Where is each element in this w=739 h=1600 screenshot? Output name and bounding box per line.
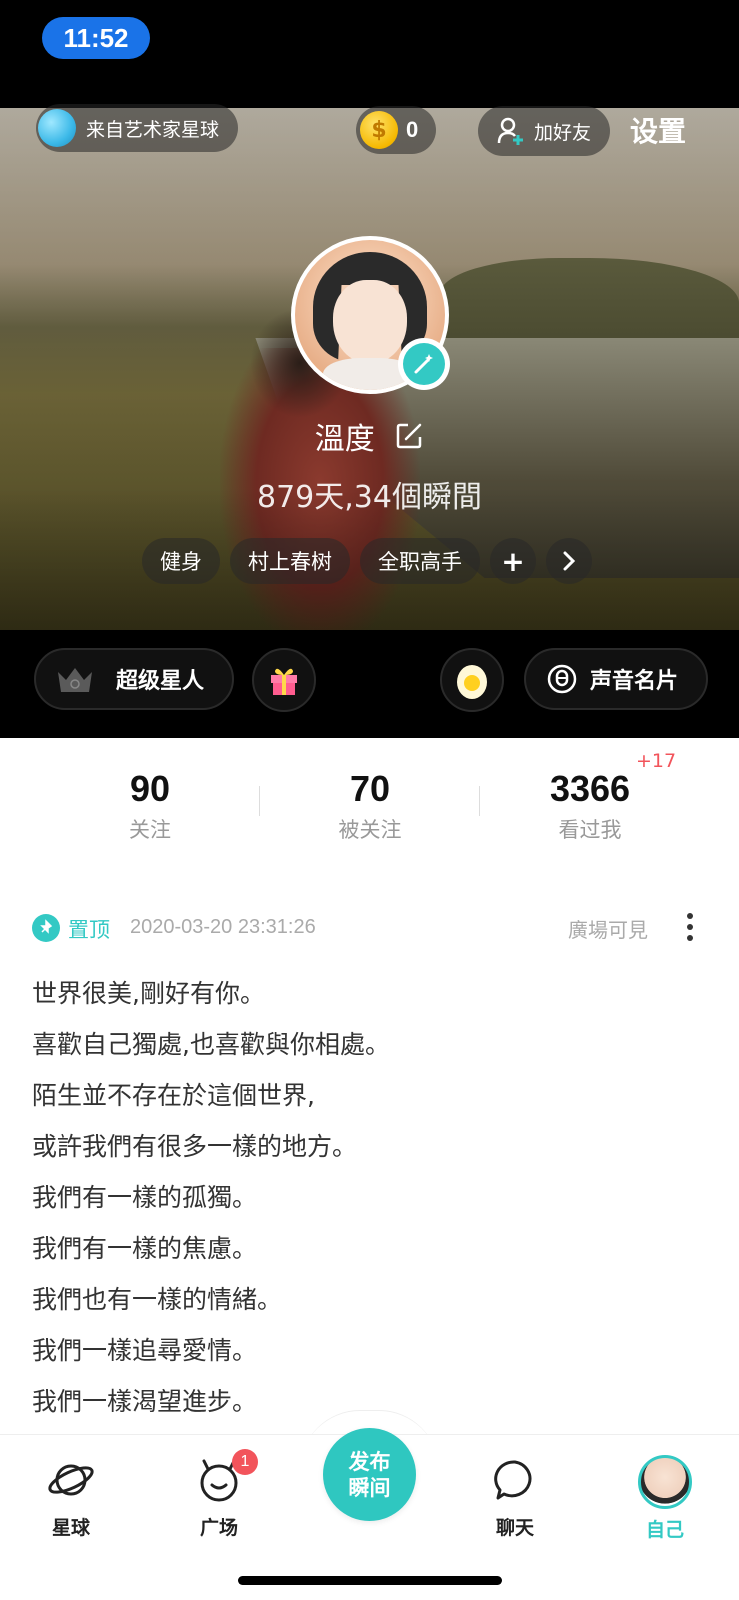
- visitors-increment-badge: +17: [636, 750, 677, 772]
- home-indicator: [238, 1576, 502, 1585]
- gift-button[interactable]: [252, 648, 316, 712]
- planet-origin-pill[interactable]: 来自艺术家星球: [36, 104, 238, 152]
- pinned-label: 置顶: [68, 918, 110, 942]
- planet-origin-label: 来自艺术家星球: [86, 118, 220, 141]
- tag-item[interactable]: 全职高手: [360, 538, 480, 584]
- super-star-label: 超级星人: [116, 669, 205, 694]
- following-count: 90: [129, 768, 171, 809]
- tab-planet-label: 星球: [51, 1517, 90, 1539]
- tab-me[interactable]: 自己: [620, 1455, 710, 1542]
- post-line: 陌生並不存在於這個世界,: [32, 1081, 315, 1110]
- post-line: 喜歡自己獨處,也喜歡與你相處。: [32, 1030, 390, 1059]
- coin-count: 0: [406, 117, 419, 142]
- status-bar: 11:52: [0, 0, 739, 108]
- more-tags-button[interactable]: [546, 538, 592, 584]
- edit-icon[interactable]: [394, 421, 424, 451]
- tab-planet[interactable]: 星球: [26, 1455, 116, 1540]
- publish-moment-button[interactable]: 发布 瞬间: [323, 1428, 416, 1521]
- egg-icon: [457, 665, 487, 699]
- visitors-label: 看过我: [558, 818, 622, 842]
- chevron-right-icon: [563, 551, 576, 571]
- voice-card-button[interactable]: 声音名片: [524, 648, 708, 710]
- gift-icon: [271, 668, 297, 695]
- following-label: 关注: [129, 818, 171, 842]
- profile-nickname: 溫度: [314, 422, 375, 457]
- status-time: 11:52: [42, 17, 150, 59]
- magic-wand-icon: [414, 354, 433, 374]
- post-line: 我們一樣追尋愛情。: [32, 1336, 258, 1365]
- tab-chat[interactable]: 聊天: [470, 1455, 560, 1540]
- tab-square-label: 广场: [199, 1517, 238, 1539]
- pin-icon: [32, 914, 60, 942]
- tab-me-label: 自己: [645, 1519, 684, 1541]
- square-badge: 1: [232, 1449, 258, 1475]
- stat-divider: [479, 786, 480, 816]
- egg-button[interactable]: [440, 648, 504, 712]
- profile-summary: 879天,34個瞬間: [257, 480, 482, 515]
- planet-tab-icon: [48, 1464, 94, 1496]
- tab-square[interactable]: 1 广场: [174, 1449, 264, 1540]
- add-friend-label: 加好友: [534, 121, 592, 144]
- followers-label: 被关注: [338, 818, 402, 842]
- stat-divider: [259, 786, 260, 816]
- voice-card-icon: [547, 664, 577, 694]
- profile-nickname-row[interactable]: 溫度: [0, 414, 739, 458]
- planet-icon: [38, 109, 76, 147]
- chat-tab-icon: [494, 1460, 532, 1500]
- super-star-button[interactable]: 超级星人: [34, 648, 234, 710]
- settings-button[interactable]: 设置: [630, 110, 686, 150]
- add-friend-button[interactable]: 加好友: [478, 106, 610, 156]
- post-body[interactable]: 世界很美,剛好有你。 喜歡自己獨處,也喜歡與你相處。 陌生並不存在於這個世界, …: [32, 968, 712, 1427]
- voice-card-label: 声音名片: [590, 669, 679, 694]
- coin-pill[interactable]: $ 0: [356, 106, 436, 154]
- me-avatar-icon: [638, 1455, 692, 1509]
- visitors-stat[interactable]: 3366 看过我: [490, 768, 690, 844]
- followers-count: 70: [349, 768, 391, 809]
- profile-stats: 90 关注 70 被关注 3366 看过我: [0, 738, 739, 868]
- post-line: 我們也有一樣的情緒。: [32, 1285, 283, 1314]
- post-line: 我們有一樣的焦慮。: [32, 1234, 258, 1263]
- add-tag-button[interactable]: +: [490, 538, 536, 584]
- add-friend-icon: [497, 117, 523, 145]
- visitors-count: 3366: [549, 768, 631, 809]
- post-header: 置顶 2020-03-20 23:31:26 廣場可見: [32, 910, 708, 950]
- post-line: 或許我們有很多一樣的地方。: [32, 1132, 358, 1161]
- tag-item[interactable]: 健身: [142, 538, 220, 584]
- cover-trees: [440, 258, 739, 348]
- avatar-edit-badge[interactable]: [398, 338, 450, 390]
- interest-tags: 健身 村上春树 全职高手 +: [142, 538, 592, 584]
- more-options-icon[interactable]: [680, 910, 700, 946]
- post-line: 世界很美,剛好有你。: [32, 979, 265, 1008]
- crown-icon: [58, 668, 92, 692]
- publish-line-2: 瞬间: [348, 1475, 391, 1500]
- profile-toolbar: 超级星人 声音名片: [0, 630, 739, 738]
- tag-item[interactable]: 村上春树: [230, 538, 350, 584]
- post-timestamp: 2020-03-20 23:31:26: [130, 916, 316, 938]
- coin-icon: $: [360, 111, 398, 149]
- followers-stat[interactable]: 70 被关注: [270, 768, 470, 844]
- post-line: 我們有一樣的孤獨。: [32, 1183, 258, 1212]
- post-visibility: 廣場可見: [568, 918, 648, 942]
- publish-line-1: 发布: [348, 1449, 391, 1474]
- following-stat[interactable]: 90 关注: [50, 768, 250, 844]
- tab-chat-label: 聊天: [495, 1517, 534, 1539]
